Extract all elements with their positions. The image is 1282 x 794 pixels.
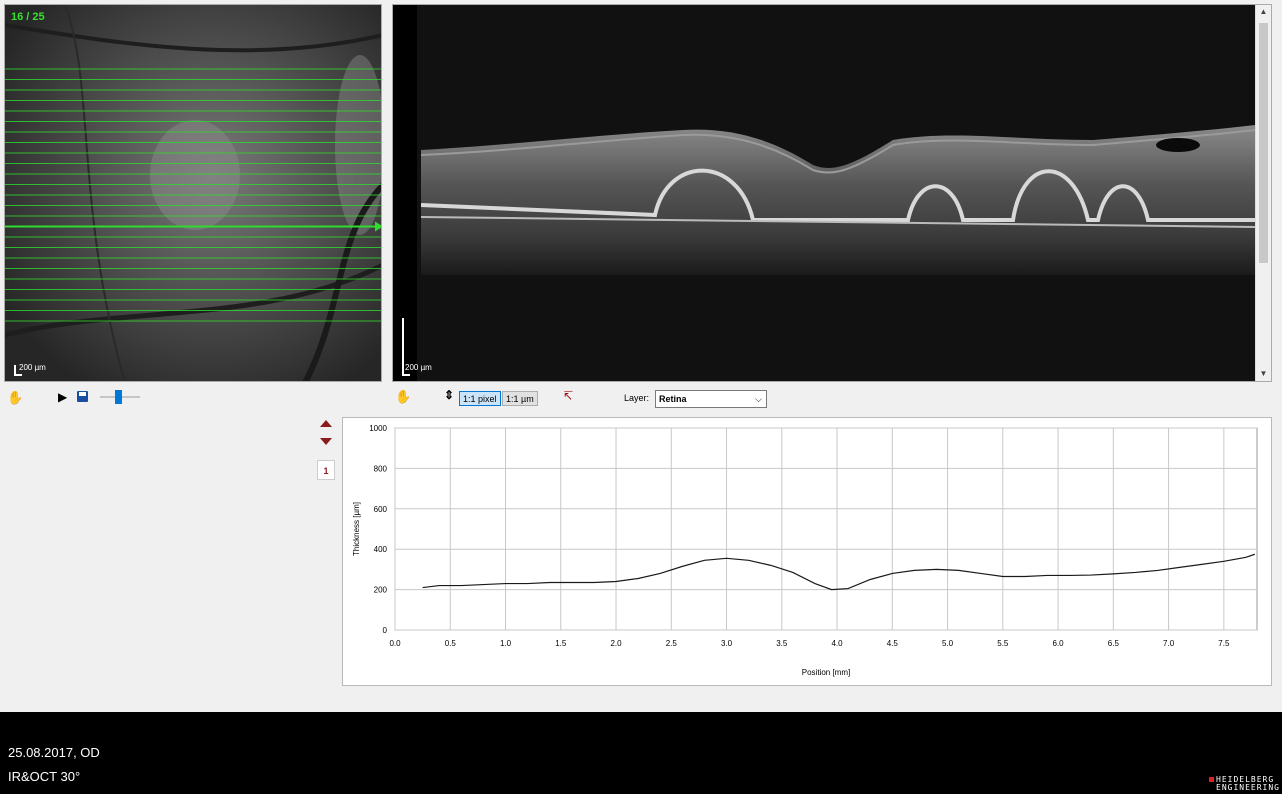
one-to-one-micron-button[interactable]: 1:1 µm	[502, 391, 538, 406]
plot-area	[394, 427, 1258, 631]
x-axis-label: Position [mm]	[802, 668, 850, 677]
exam-modality: IR&OCT 30°	[8, 769, 81, 784]
fundus-scale-label: 200 µm	[19, 363, 46, 372]
layer-select-value: Retina	[659, 394, 687, 404]
x-tick-label: 3.5	[776, 639, 788, 648]
brightness-slider-thumb[interactable]	[114, 390, 122, 404]
scan-counter: 16 / 25	[11, 11, 45, 23]
oct-scale-bar	[402, 318, 404, 375]
fundus-image	[5, 5, 381, 381]
y-tick-label: 1000	[369, 424, 387, 433]
layer-select[interactable]: Retina ⌵	[655, 390, 767, 408]
save-icon[interactable]	[77, 391, 88, 402]
x-tick-label: 1.0	[500, 639, 512, 648]
x-tick-label: 7.0	[1163, 639, 1175, 648]
y-tick-label: 200	[374, 586, 388, 595]
heidelberg-logo: HEIDELBERG ENGINEERING	[1209, 776, 1280, 792]
oct-bscan-panel[interactable]: 200 µm ▲ ▼	[392, 4, 1272, 382]
arrow-down-icon[interactable]	[320, 438, 332, 445]
one-to-one-pixel-button[interactable]: 1:1 pixel	[459, 391, 501, 406]
oct-scale-label: 200 µm	[405, 363, 432, 372]
y-tick-label: 0	[383, 626, 388, 635]
x-tick-label: 5.0	[942, 639, 954, 648]
y-tick-label: 400	[374, 545, 388, 554]
logo-red-square	[1209, 777, 1215, 782]
graph-index-badge[interactable]: 1	[317, 460, 335, 480]
layer-label: Layer:	[624, 393, 650, 403]
layer-edit-cursor-icon[interactable]: ↸	[563, 389, 573, 403]
oct-vertical-scrollbar[interactable]: ▲ ▼	[1255, 5, 1271, 381]
x-tick-label: 7.5	[1218, 639, 1230, 648]
thickness-graph[interactable]: 0.0 0.5 1.0 1.5 2.0 2.5 3.0 3.5 4.0 4.5 5.0 5.5 6.0 6…	[342, 417, 1272, 686]
x-tick-label: 2.0	[610, 639, 622, 648]
oct-pan-hand-icon[interactable]: ✋	[395, 389, 411, 405]
x-tick-label: 0.0	[389, 639, 401, 648]
x-tick-label: 3.0	[721, 639, 733, 648]
play-icon[interactable]: ▶	[58, 390, 67, 404]
exam-date-eye: 25.08.2017, OD	[8, 745, 100, 760]
x-tick-label: 6.5	[1108, 639, 1120, 648]
x-tick-label: 4.5	[887, 639, 899, 648]
y-tick-label: 600	[374, 505, 388, 514]
y-tick-label: 800	[374, 464, 388, 473]
x-tick-label: 1.5	[555, 639, 567, 648]
fundus-scale-bar-base	[14, 374, 22, 376]
scrollbar-thumb[interactable]	[1259, 23, 1268, 263]
oct-scale-bar-base	[402, 374, 410, 376]
pan-hand-icon[interactable]: ✋	[7, 390, 23, 406]
brightness-slider[interactable]	[100, 390, 140, 404]
footer-bar: 25.08.2017, OD IR&OCT 30° HEIDELBERG ENG…	[0, 712, 1282, 794]
x-tick-label: 2.5	[666, 639, 678, 648]
y-axis-label: Thickness [µm]	[352, 502, 361, 556]
oct-bscan-image	[393, 5, 1255, 381]
scale-vertical-icon[interactable]: ⇕	[444, 388, 454, 402]
x-tick-label: 0.5	[445, 639, 457, 648]
logo-line2: ENGINEERING	[1216, 783, 1280, 792]
scroll-down-icon[interactable]: ▼	[1256, 367, 1271, 381]
x-tick-label: 5.5	[997, 639, 1009, 648]
x-tick-label: 4.0	[831, 639, 843, 648]
arrow-up-icon[interactable]	[320, 420, 332, 427]
thickness-chart-svg: 0.0 0.5 1.0 1.5 2.0 2.5 3.0 3.5 4.0 4.5 5.0 5.5 6.0 6…	[352, 424, 1258, 677]
x-tick-label: 6.0	[1053, 639, 1065, 648]
chevron-down-icon: ⌵	[755, 394, 762, 404]
scroll-up-icon[interactable]: ▲	[1256, 5, 1271, 19]
fundus-image-panel[interactable]: 16 / 25 200 µm	[4, 4, 382, 382]
